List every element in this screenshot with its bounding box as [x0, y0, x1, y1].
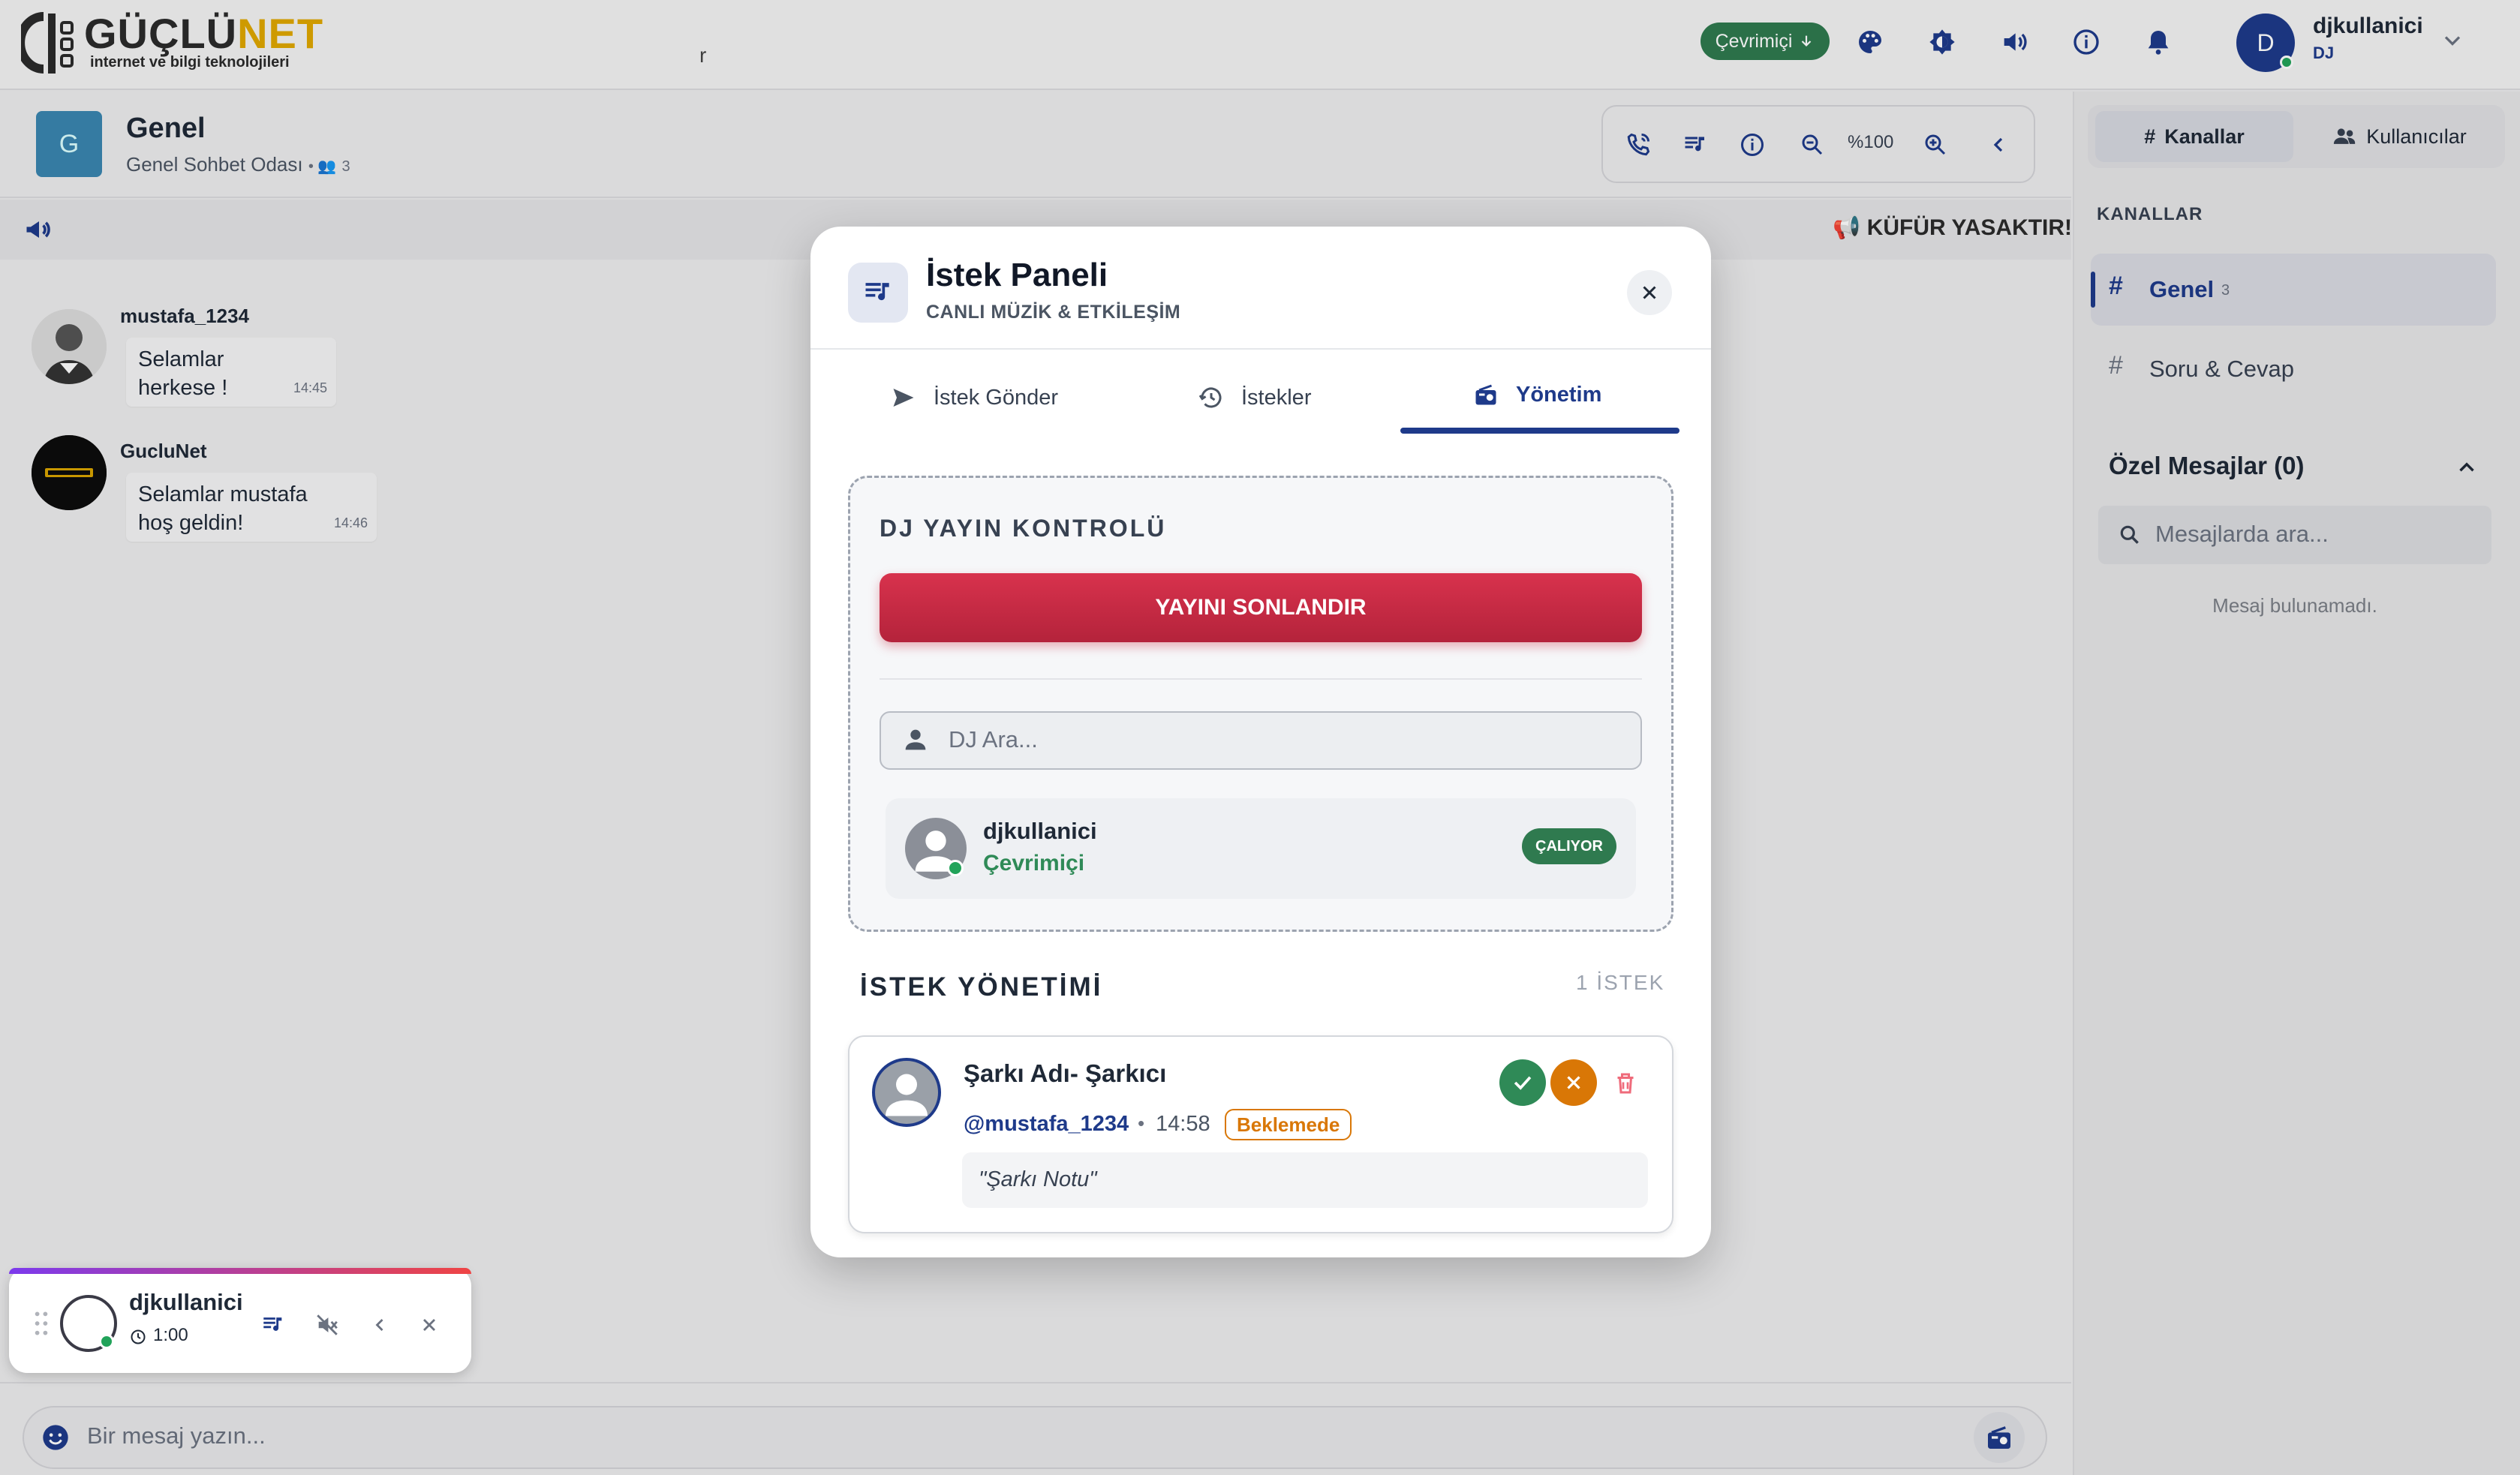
trash-icon: [1617, 1073, 1634, 1094]
delete-button[interactable]: [1606, 1064, 1645, 1103]
request-user[interactable]: @mustafa_1234: [964, 1112, 1129, 1137]
dj-search-placeholder: DJ Ara...: [949, 726, 1038, 753]
status-badge: Beklemede: [1225, 1109, 1352, 1140]
player-time: 1:00: [153, 1325, 188, 1345]
person-icon: [886, 1074, 928, 1116]
reject-button[interactable]: [1550, 1059, 1597, 1106]
request-time: 14:58: [1156, 1112, 1210, 1136]
dj-name: djkullanici: [983, 818, 1097, 844]
clock-icon: [129, 1328, 147, 1346]
player-accent-bar: [9, 1268, 471, 1274]
close-icon: [1643, 286, 1656, 299]
close-icon: [1567, 1076, 1580, 1089]
section-title: DJ YAYIN KONTROLÜ: [880, 515, 1167, 542]
queue-music-icon: [848, 263, 908, 323]
tab-send-request[interactable]: İstek Gönder: [890, 380, 1058, 416]
player-dj-name: djkullanici: [129, 1289, 243, 1315]
close-button[interactable]: [1627, 270, 1672, 315]
check-icon: [1514, 1076, 1532, 1090]
send-icon: [893, 389, 914, 407]
person-icon: [901, 725, 931, 755]
divider: [810, 348, 1711, 350]
requests-title: İSTEK YÖNETİMİ: [860, 972, 1103, 1002]
active-tab-indicator: [1400, 428, 1679, 434]
mute-icon[interactable]: [311, 1308, 344, 1341]
close-icon[interactable]: [413, 1308, 446, 1341]
history-icon: [1198, 387, 1222, 408]
tab-management[interactable]: Yönetim: [1472, 377, 1601, 413]
tab-label: İstek Gönder: [934, 385, 1059, 410]
drag-handle-icon[interactable]: [33, 1310, 50, 1337]
request-song: Şarkı Adı- Şarkıcı: [964, 1059, 1167, 1087]
chevron-left-icon[interactable]: [363, 1308, 396, 1341]
status-badge: ÇALIYOR: [1522, 828, 1616, 864]
approve-button[interactable]: [1499, 1059, 1546, 1106]
modal-title: İstek Paneli: [926, 257, 1108, 293]
avatar: [872, 1058, 941, 1127]
requests-count: 1 İSTEK: [1576, 971, 1665, 994]
tab-label: İstekler: [1241, 385, 1312, 410]
queue-music-icon[interactable]: [257, 1308, 290, 1341]
end-broadcast-button[interactable]: YAYINI SONLANDIR: [880, 573, 1642, 642]
tab-requests[interactable]: İstekler: [1198, 380, 1311, 416]
divider: [880, 678, 1642, 680]
dj-status: Çevrimiçi: [983, 851, 1085, 876]
radio-icon: [1475, 384, 1496, 405]
online-dot: [99, 1334, 114, 1349]
request-note-text: "Şarkı Notu": [979, 1167, 1097, 1191]
online-dot: [947, 860, 964, 876]
separator: •: [1138, 1112, 1145, 1134]
tab-label: Yönetim: [1516, 382, 1602, 407]
modal-subtitle: CANLI MÜZİK & ETKİLEŞİM: [926, 302, 1181, 323]
